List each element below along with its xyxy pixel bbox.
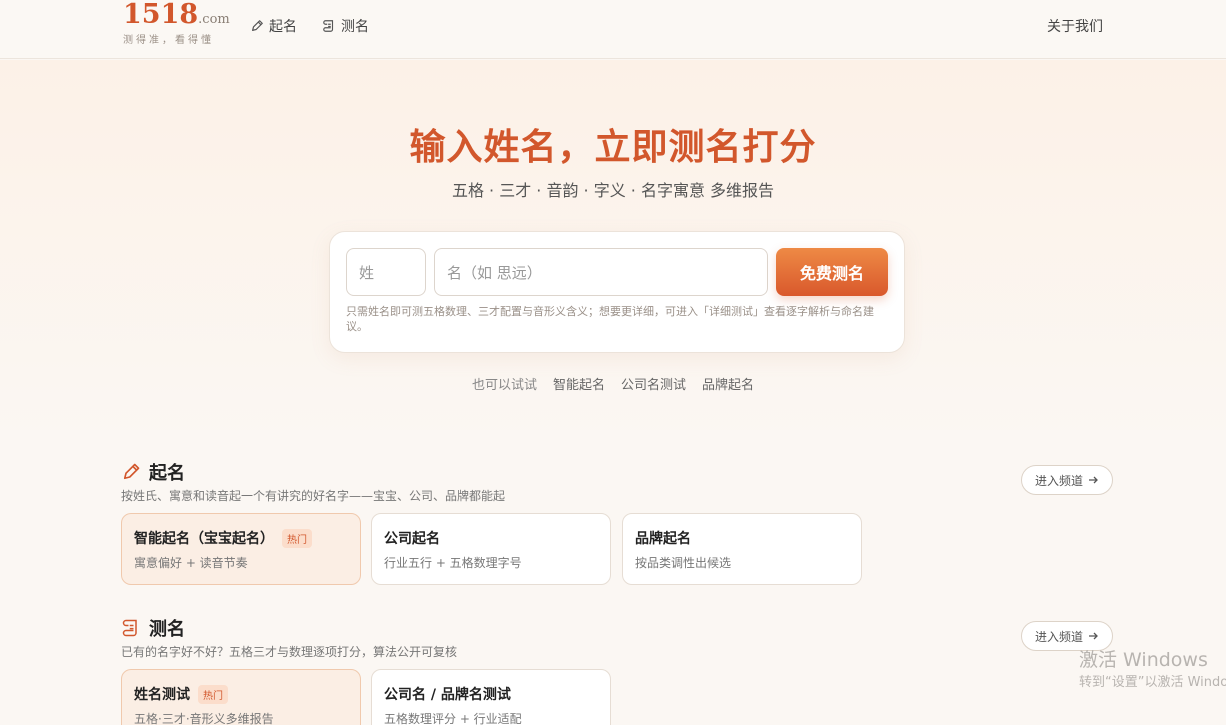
card-desc: 寓意偏好 + 读音节奏 bbox=[134, 556, 248, 570]
card-name-test[interactable]: 姓名测试 热门 五格·三才·音形义多维报告 bbox=[121, 669, 361, 725]
logo-main: 1518 bbox=[123, 0, 199, 30]
nav-label: 测名 bbox=[341, 19, 369, 35]
alt-link-smart-naming[interactable]: 智能起名 bbox=[553, 374, 605, 393]
nav-item-qiming[interactable]: 起名 bbox=[250, 16, 297, 36]
about-link[interactable]: 关于我们 bbox=[1047, 16, 1103, 36]
site-logo[interactable]: 1518.com 测得准，看得懂 bbox=[123, 0, 230, 46]
pencil-icon bbox=[121, 462, 141, 482]
alt-link-brand-naming[interactable]: 品牌起名 bbox=[702, 374, 754, 393]
hot-badge: 热门 bbox=[282, 528, 312, 548]
pencil-icon bbox=[250, 19, 264, 33]
card-desc: 行业五行 + 五格数理字号 bbox=[384, 556, 522, 570]
enter-channel-button-qiming[interactable]: 进入频道 bbox=[1021, 465, 1113, 495]
alt-prefix: 也可以试试 bbox=[471, 378, 537, 393]
section-desc: 已有的名字好不好？五格三才与数理逐项打分，算法公开可复核 bbox=[121, 645, 458, 659]
arrow-right-icon bbox=[1087, 474, 1099, 486]
card-company-brand-test[interactable]: 公司名 / 品牌名测试 五格数理评分 + 行业适配 bbox=[371, 669, 611, 725]
section-title: 起名 bbox=[149, 463, 185, 484]
alt-links-row: 也可以试试 智能起名 公司名测试 品牌起名 bbox=[0, 374, 1226, 393]
nav-label: 起名 bbox=[269, 19, 297, 35]
card-desc: 按品类调性出候选 bbox=[635, 556, 732, 570]
hero-subtitle: 五格 · 三才 · 音韵 · 字义 · 名字寓意 多维报告 bbox=[451, 181, 775, 200]
card-title: 公司名 / 品牌名测试 bbox=[384, 687, 511, 703]
windows-activation-hint: 转到“设置”以激活 Windows。 bbox=[1079, 675, 1226, 690]
card-title: 智能起名（宝宝起名） bbox=[134, 531, 274, 547]
card-smart-naming[interactable]: 智能起名（宝宝起名） 热门 寓意偏好 + 读音节奏 bbox=[121, 513, 361, 585]
search-hint: 只需姓名即可测五格数理、三才配置与音形义含义；想要更详细，可进入「详细测试」查看… bbox=[346, 305, 874, 333]
enter-label: 进入频道 bbox=[1034, 629, 1083, 644]
hero-title: 输入姓名，立即测名打分 bbox=[409, 127, 817, 168]
top-header: 1518.com 测得准，看得懂 起名 测名 关于我们 bbox=[0, 0, 1226, 59]
nav-item-ceming[interactable]: 测名 bbox=[322, 16, 369, 36]
surname-input[interactable]: 姓 bbox=[346, 248, 426, 296]
logo-domain: .com bbox=[198, 12, 230, 27]
card-company-naming[interactable]: 公司起名 行业五行 + 五格数理字号 bbox=[371, 513, 611, 585]
section-qiming-header: 起名 bbox=[121, 459, 185, 485]
card-desc: 五格·三才·音形义多维报告 bbox=[134, 712, 274, 725]
enter-label: 进入频道 bbox=[1034, 473, 1083, 488]
card-desc: 五格数理评分 + 行业适配 bbox=[384, 712, 522, 725]
search-card: 姓 名（如 思远） 免费测名 只需姓名即可测五格数理、三才配置与音形义含义；想要… bbox=[329, 231, 905, 353]
card-brand-naming[interactable]: 品牌起名 按品类调性出候选 bbox=[622, 513, 862, 585]
section-title: 测名 bbox=[149, 619, 185, 640]
given-name-input[interactable]: 名（如 思远） bbox=[434, 248, 768, 296]
windows-activation-title: 激活 Windows bbox=[1079, 649, 1208, 671]
section-desc: 按姓氏、寓意和读音起一个有讲究的好名字——宝宝、公司、品牌都能起 bbox=[121, 489, 506, 503]
card-title: 公司起名 bbox=[384, 531, 440, 547]
arrow-right-icon bbox=[1087, 630, 1099, 642]
scroll-icon bbox=[121, 618, 141, 638]
hot-badge: 热门 bbox=[198, 684, 228, 704]
free-test-button[interactable]: 免费测名 bbox=[776, 248, 888, 296]
card-title: 品牌起名 bbox=[635, 531, 691, 547]
logo-slogan: 测得准，看得懂 bbox=[123, 35, 214, 46]
section-ceming-header: 测名 bbox=[121, 615, 185, 641]
alt-link-company-test[interactable]: 公司名测试 bbox=[621, 374, 686, 393]
card-title: 姓名测试 bbox=[134, 687, 190, 703]
scroll-icon bbox=[322, 19, 336, 33]
